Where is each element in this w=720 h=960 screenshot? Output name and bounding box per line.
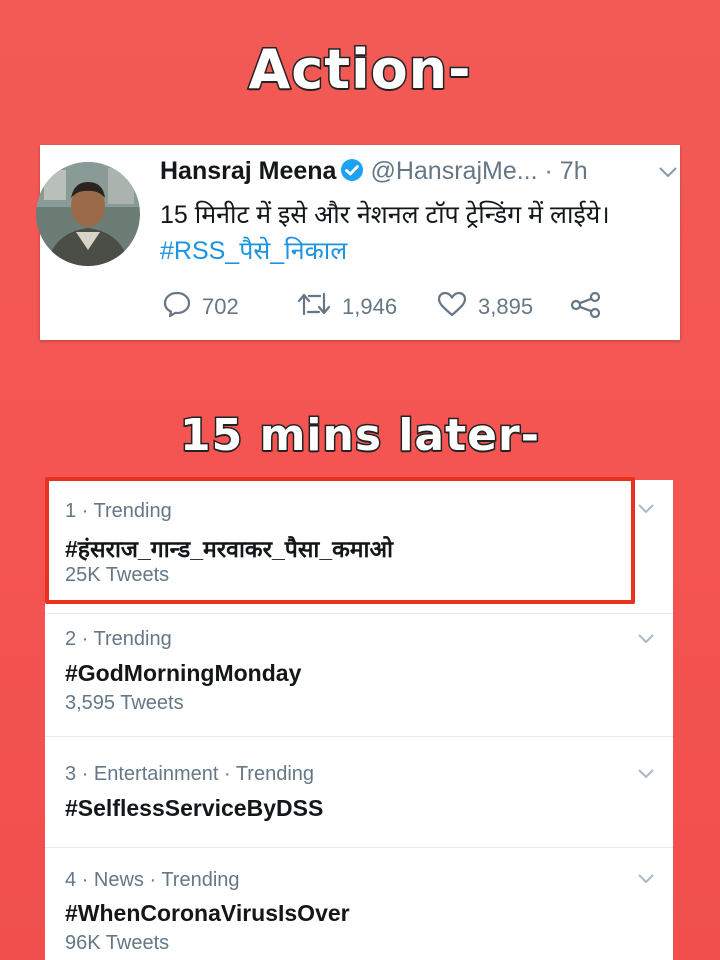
trend-meta: 3 · Entertainment · Trending	[65, 763, 315, 785]
share-icon	[570, 291, 612, 323]
trend-name: #WhenCoronaVirusIsOver	[65, 900, 350, 926]
verified-badge-icon	[340, 158, 364, 189]
tweet-time[interactable]: · 7h	[545, 157, 588, 185]
chevron-down-icon[interactable]	[637, 872, 655, 890]
like-icon	[436, 290, 478, 323]
share-button[interactable]	[570, 291, 612, 323]
avatar[interactable]	[36, 162, 140, 266]
chevron-down-icon[interactable]	[658, 165, 678, 184]
author-handle[interactable]: @HansrajMe...	[370, 157, 537, 185]
trend-item-3[interactable]: 3 · Entertainment · Trending #SelflessSe…	[45, 737, 673, 847]
highlight-box	[45, 477, 635, 604]
trend-item-2[interactable]: 2 · Trending #GodMorningMonday 3,595 Twe…	[45, 614, 673, 736]
trend-name: #SelflessServiceByDSS	[65, 795, 324, 821]
trend-meta: 2 · Trending	[65, 628, 172, 650]
chevron-down-icon[interactable]	[637, 767, 655, 785]
like-count: 3,895	[478, 293, 534, 319]
later-heading: 15 mins later-	[179, 409, 541, 463]
retweet-icon	[296, 290, 342, 323]
chevron-down-icon[interactable]	[637, 502, 655, 520]
reply-button[interactable]: 702	[162, 290, 239, 323]
trend-count: 96K Tweets	[65, 932, 170, 954]
trend-item-4[interactable]: 4 · News · Trending #WhenCoronaVirusIsOv…	[45, 848, 673, 960]
trend-name: #GodMorningMonday	[65, 660, 302, 686]
chevron-down-icon[interactable]	[637, 632, 655, 650]
like-button[interactable]: 3,895	[436, 290, 533, 323]
retweet-count: 1,946	[342, 293, 398, 319]
action-heading: Action-	[247, 37, 472, 103]
reply-count: 702	[202, 293, 239, 319]
reply-icon	[162, 290, 202, 323]
trend-meta: 4 · News · Trending	[65, 869, 240, 891]
tweet-text: 15 मिनीट में इसे और नेशनल टॉप ट्रेन्डिंग…	[160, 201, 610, 229]
author-name[interactable]: Hansraj Meena	[160, 157, 336, 185]
trend-count: 3,595 Tweets	[65, 692, 184, 714]
tweet-header: Hansraj Meena @HansrajMe... · 7h	[160, 157, 588, 189]
tweet-hashtag[interactable]: #RSS_पैसे_निकाल	[160, 233, 347, 267]
retweet-button[interactable]: 1,946	[296, 290, 397, 323]
